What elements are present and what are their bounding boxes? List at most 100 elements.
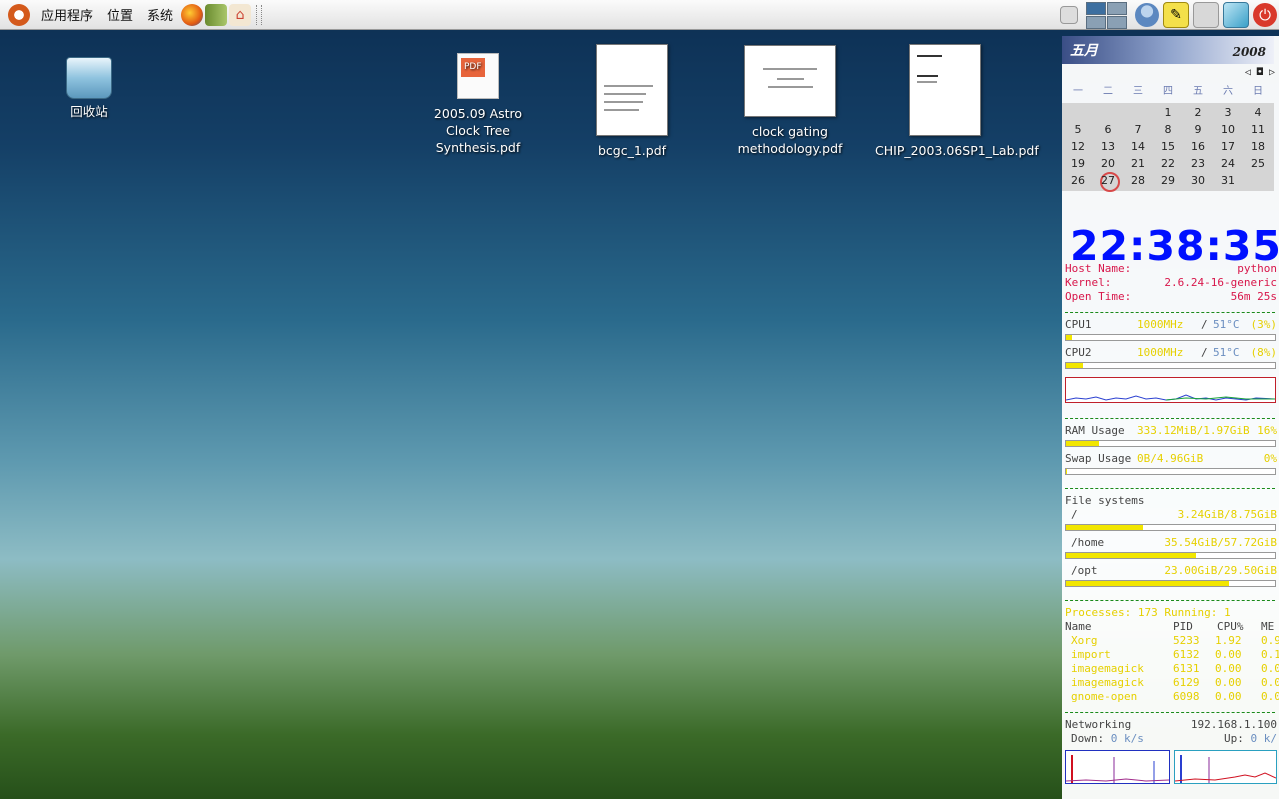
divider [1065,418,1275,419]
desktop-icon-pdf-clock[interactable]: clock gating methodology.pdf [730,45,850,157]
desktop-icon-pdf-chip[interactable]: CHIP_2003.06SP1_Lab.pdf [875,44,1039,159]
calendar-day[interactable]: 14 [1123,140,1153,153]
workspace-3[interactable] [1086,15,1106,29]
calendar-day[interactable]: 11 [1243,123,1273,136]
cpu1-freq: 1000MHz [1137,318,1184,331]
swap-value: 0B/4.96GiB [1137,452,1204,465]
weekday-label: 四 [1163,86,1173,97]
fs-home-usage: 35.54GiB/57.72GiB [1164,536,1277,549]
calendar-day[interactable]: 16 [1183,140,1213,153]
calendar-day[interactable]: 3 [1213,106,1243,119]
calendar-day-number: 11 [1251,123,1265,136]
calendar-day[interactable]: 17 [1213,140,1243,153]
calendar-day[interactable]: 27 [1093,172,1123,192]
workspace-4[interactable] [1107,15,1127,29]
download-graph [1065,750,1170,784]
calendar-day[interactable]: 22 [1153,157,1183,170]
conky-panel: 五月 2008 ◁ ◘ ▷ 一二三四五六日 1 2 3 4 5 6 7 8 9 10 11 12 13 1… [1062,36,1279,799]
calendar-day[interactable]: 30 [1183,174,1213,187]
calendar-day[interactable]: 4 [1243,106,1273,119]
fs-root-bar [1065,524,1276,531]
calendar-day[interactable]: 5 [1063,123,1093,136]
calendar-day-number: 3 [1224,106,1232,119]
calendar-day-number: 1 [1164,106,1172,119]
screen-icon[interactable] [1223,2,1249,28]
desktop-icon-pdf-astro[interactable]: PDF 2005.09 Astro Clock Tree Synthesis.p… [416,53,540,156]
power-icon[interactable]: ⏻ [1253,3,1277,27]
keyboard-indicator-icon[interactable] [1060,6,1078,24]
calendar-day[interactable]: 8 [1153,123,1183,136]
calendar-day[interactable]: 12 [1063,140,1093,153]
process-cell: Xorg [1071,634,1098,647]
home-folder-icon[interactable]: ⌂ [229,3,252,26]
fs-root-mount: / [1071,508,1078,521]
workspace-switcher[interactable] [1086,1,1127,29]
process-header: Name PID CPU% ME [1065,620,1277,633]
calendar-day-number: 10 [1221,123,1235,136]
menu-applications[interactable]: 应用程序 [41,5,93,24]
calendar-header: 五月 2008 [1062,36,1274,64]
process-row: imagemagick 6131 0.00 0.0 [1065,662,1279,675]
calendar-day-number: 31 [1221,174,1235,187]
printer-icon[interactable] [1193,2,1219,28]
calendar-day-number: 29 [1161,174,1175,187]
calendar-day[interactable]: 24 [1213,157,1243,170]
top-panel: 应用程序 位置 系统 ⌂ ✎ ⏻ [0,0,1279,30]
ram-bar [1065,440,1276,447]
process-cell: import [1071,648,1111,661]
calendar-day[interactable]: 29 [1153,174,1183,187]
calendar-day[interactable]: 15 [1153,140,1183,153]
calendar-day[interactable]: 7 [1123,123,1153,136]
ubuntu-logo-icon[interactable] [8,3,30,26]
notes-icon[interactable]: ✎ [1163,2,1189,28]
process-cell: 6129 [1173,676,1200,689]
calendar-day[interactable]: 18 [1243,140,1273,153]
fs-root-usage: 3.24GiB/8.75GiB [1177,508,1277,521]
calendar-day[interactable]: 31 [1213,174,1243,187]
pdf-thumbnail-icon [596,44,668,136]
calendar-day[interactable]: 6 [1093,123,1123,136]
user-icon[interactable] [1135,3,1159,27]
calendar-day[interactable]: 23 [1183,157,1213,170]
calendar-day[interactable]: 2 [1183,106,1213,119]
host-row: Host Name: python [1065,262,1277,275]
calendar-day[interactable]: 21 [1123,157,1153,170]
fs-root-row: / 3.24GiB/8.75GiB [1065,508,1277,521]
fs-home-bar [1065,552,1276,559]
calendar-day[interactable]: 9 [1183,123,1213,136]
books-icon[interactable] [205,3,228,26]
calendar-day-number: 14 [1131,140,1145,153]
ram-percent: 16% [1257,424,1277,437]
calendar-day[interactable]: 1 [1153,106,1183,119]
cpu2-percent: (8%) [1250,346,1278,359]
desktop-icon-trash[interactable]: 回收站 [58,57,120,120]
desktop-icon-label: bcgc_1.pdf [597,143,667,158]
process-cell: 6132 [1173,648,1200,661]
calendar-day[interactable]: 28 [1123,174,1153,187]
calendar-day-number: 28 [1131,174,1145,187]
calendar-day[interactable]: 19 [1063,157,1093,170]
proc-header-cpu: CPU% [1217,620,1244,633]
workspace-1[interactable] [1086,1,1106,15]
calendar-day[interactable]: 10 [1213,123,1243,136]
desktop-icon-label: clock gating methodology.pdf [737,124,843,156]
menu-places[interactable]: 位置 [107,5,133,24]
firefox-icon[interactable] [181,3,204,26]
process-cell: 0.00 [1215,662,1242,675]
host-label: Host Name: [1065,262,1132,275]
workspace-2[interactable] [1107,1,1127,15]
calendar-day-number: 22 [1161,157,1175,170]
cpu2-label: CPU2 [1065,346,1092,359]
menu-system[interactable]: 系统 [147,5,173,24]
calendar-day[interactable]: 13 [1093,140,1123,153]
cpu1-sep: / [1201,318,1208,331]
desktop-icon-pdf-bcgc[interactable]: bcgc_1.pdf [592,44,672,159]
swap-bar [1065,468,1276,475]
calendar-nav[interactable]: ◁ ◘ ▷ [1245,67,1275,78]
calendar-day[interactable]: 26 [1063,174,1093,187]
desktop-icon-label: 2005.09 Astro Clock Tree Synthesis.pdf [433,106,523,155]
divider [1065,488,1275,489]
process-cell: 1.92 [1215,634,1242,647]
calendar-day[interactable]: 25 [1243,157,1273,170]
calendar-day[interactable]: 20 [1093,157,1123,170]
